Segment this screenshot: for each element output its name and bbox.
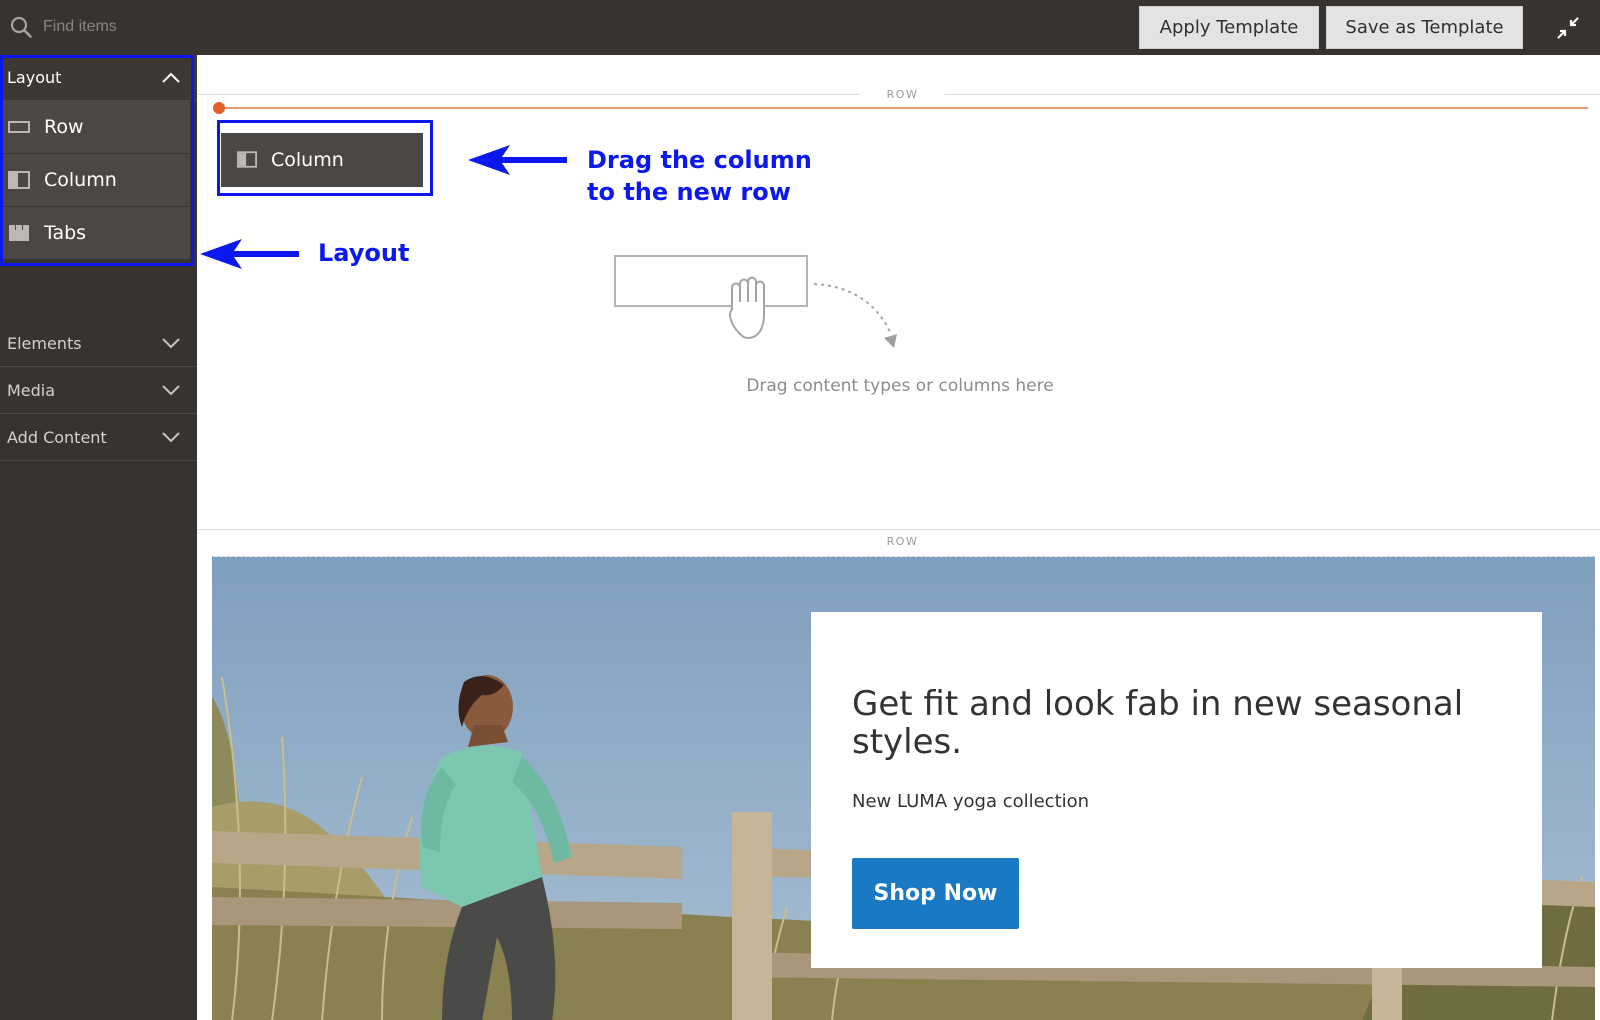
sidebar-section-label: Elements bbox=[7, 333, 82, 353]
banner-element[interactable]: Get fit and look fab in new seasonal sty… bbox=[212, 556, 1595, 1020]
row-label: ROW bbox=[886, 535, 919, 548]
drop-indicator-line bbox=[218, 107, 1588, 109]
arrow-left-icon bbox=[468, 145, 567, 175]
banner-content-card: Get fit and look fab in new seasonal sty… bbox=[811, 612, 1542, 968]
sidebar-section-media[interactable]: Media bbox=[0, 367, 197, 414]
column-icon bbox=[8, 171, 30, 189]
annotation-line: Drag the column bbox=[587, 146, 812, 174]
drag-hand-icon bbox=[614, 255, 897, 348]
sidebar-section-add-content[interactable]: Add Content bbox=[0, 414, 197, 461]
annotation-layout: Layout bbox=[318, 239, 410, 267]
shop-now-button[interactable]: Shop Now bbox=[852, 858, 1019, 929]
empty-row-hint: Drag content types or columns here bbox=[746, 376, 1054, 396]
save-as-template-button[interactable]: Save as Template bbox=[1326, 6, 1523, 49]
collapse-fullscreen-icon[interactable] bbox=[1556, 16, 1580, 40]
sidebar-section-layout[interactable]: Layout bbox=[0, 55, 197, 101]
sidebar-section-label: Media bbox=[7, 380, 56, 400]
drop-indicator-dot bbox=[213, 102, 225, 114]
chevron-down-icon bbox=[162, 338, 180, 349]
sidebar-item-label: Row bbox=[44, 116, 84, 138]
search-input[interactable] bbox=[34, 12, 334, 42]
search-icon bbox=[10, 16, 32, 38]
row-icon bbox=[8, 121, 30, 133]
sidebar-panel: Layout Row Column Tabs Elements Media Ad… bbox=[0, 55, 197, 1020]
chevron-up-icon bbox=[162, 72, 180, 83]
banner-title: Get fit and look fab in new seasonal sty… bbox=[852, 684, 1464, 762]
sidebar-item-label: Tabs bbox=[44, 222, 87, 244]
banner-subtitle: New LUMA yoga collection bbox=[852, 791, 1090, 812]
sidebar-item-row[interactable]: Row bbox=[0, 101, 190, 154]
sidebar-section-elements[interactable]: Elements bbox=[0, 320, 197, 367]
sidebar-section-label: Layout bbox=[7, 68, 62, 87]
dragging-item-label: Column bbox=[271, 149, 344, 171]
annotation-drag-instruction: Drag the column to the new row bbox=[587, 144, 867, 208]
tabs-icon bbox=[9, 225, 29, 241]
annotation-line: to the new row bbox=[587, 178, 791, 206]
sidebar-section-label: Add Content bbox=[7, 427, 107, 447]
sidebar-item-column[interactable]: Column bbox=[0, 154, 190, 207]
dragging-column-item[interactable]: Column bbox=[221, 133, 423, 187]
chevron-down-icon bbox=[162, 385, 180, 396]
row-label: ROW bbox=[860, 88, 945, 101]
apply-template-button[interactable]: Apply Template bbox=[1139, 6, 1319, 49]
column-icon bbox=[237, 151, 257, 168]
sidebar-item-tabs[interactable]: Tabs bbox=[0, 207, 190, 260]
row-divider bbox=[197, 529, 1600, 530]
chevron-down-icon bbox=[162, 432, 180, 443]
top-toolbar: Apply Template Save as Template bbox=[0, 0, 1600, 55]
arrow-left-icon bbox=[200, 239, 299, 269]
sidebar-item-label: Column bbox=[44, 169, 117, 191]
